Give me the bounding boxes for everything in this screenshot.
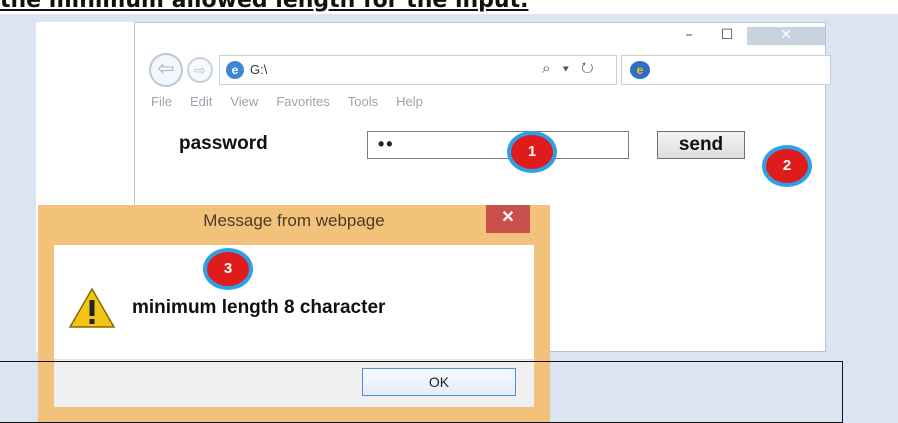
warning-icon [68, 287, 116, 328]
back-arrow-icon[interactable]: ⇦ [149, 53, 183, 87]
menu-file[interactable]: File [151, 94, 172, 109]
menu-tools[interactable]: Tools [348, 94, 378, 109]
menu-favorites[interactable]: Favorites [276, 94, 329, 109]
menu-help[interactable]: Help [396, 94, 423, 109]
address-bar[interactable]: e G:\ ⌕ ▾ ↻ [219, 55, 617, 85]
forward-arrow-icon[interactable]: ⇨ [187, 57, 213, 83]
step-marker-2: 2 [762, 145, 812, 187]
ie-tab-icon: e [630, 61, 650, 79]
step-marker-1: 1 [507, 131, 557, 173]
password-input[interactable]: •• [367, 131, 629, 159]
menu-view[interactable]: View [230, 94, 258, 109]
step-marker-3: 3 [203, 248, 253, 290]
menu-edit[interactable]: Edit [190, 94, 212, 109]
minimize-button[interactable]: – [675, 27, 703, 45]
address-text: G:\ [250, 62, 268, 77]
maximize-button[interactable]: ☐ [713, 27, 741, 45]
close-icon[interactable]: ✕ [486, 205, 530, 233]
close-window-button[interactable]: ✕ [747, 27, 825, 45]
navigation-row: ⇦ ⇨ e G:\ ⌕ ▾ ↻ e [135, 51, 831, 89]
send-button[interactable]: send [657, 131, 745, 159]
page-heading: the minimum allowed length for the input… [0, 0, 529, 13]
browser-titlebar: – ☐ ✕ [135, 23, 825, 49]
menu-bar: File Edit View Favorites Tools Help [151, 93, 441, 113]
dialog-title: Message from webpage [203, 211, 385, 230]
password-label: password [179, 133, 268, 154]
dialog-message: minimum length 8 character [132, 297, 386, 318]
outline-box [0, 361, 843, 423]
address-controls[interactable]: ⌕ ▾ ↻ [542, 60, 598, 77]
ie-page-icon: e [226, 61, 244, 79]
browser-tab[interactable]: e [621, 55, 831, 85]
